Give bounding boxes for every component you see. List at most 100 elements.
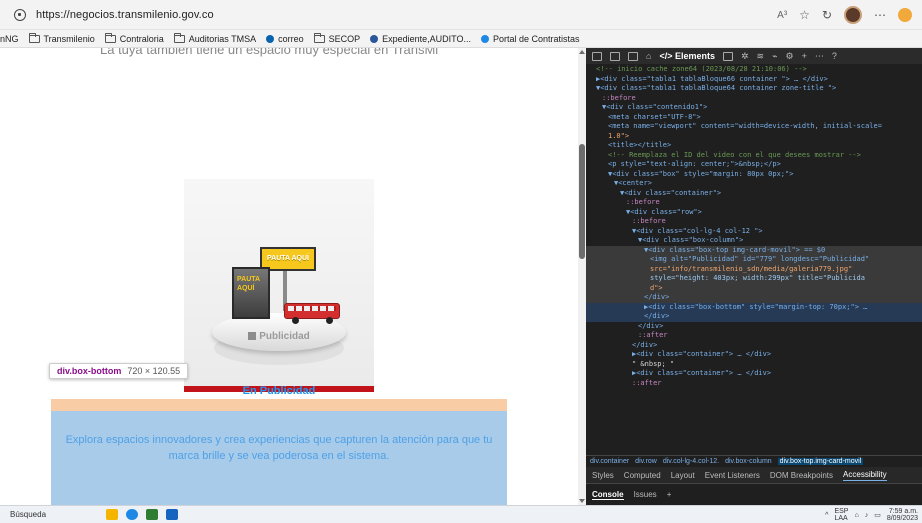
box-description: Explora espacios innovadores y crea expe… xyxy=(65,434,493,462)
dom-node-line[interactable]: ▼<div class="col-lg-4 col-12 "> xyxy=(586,227,922,237)
dom-node-line[interactable]: ▼<div class="container"> xyxy=(586,189,922,199)
web-page: La tuya también tiene un espacio muy esp… xyxy=(0,48,578,505)
dom-node-line[interactable]: src="info/transmilenio_sdn/media/galeria… xyxy=(586,264,922,274)
battery-icon[interactable]: ▭ xyxy=(874,511,881,519)
breadcrumb-item[interactable]: div.container xyxy=(590,458,629,465)
dom-node-line[interactable]: <p style="text-align: center;">&nbsp;</p… xyxy=(586,160,922,170)
edge-taskbar-icon[interactable] xyxy=(126,509,138,520)
dom-node-line[interactable]: 1.0"> xyxy=(586,132,922,142)
add-drawer-tab-icon[interactable]: + xyxy=(667,490,672,499)
tab-elements[interactable]: </> Elements xyxy=(659,51,715,61)
dom-node-line[interactable]: <meta name="viewport" content="width=dev… xyxy=(586,122,922,132)
dom-tree[interactable]: <!-- inicio cache zone64 (2023/08/28 21:… xyxy=(586,65,922,455)
teams-taskbar-icon[interactable] xyxy=(146,509,158,520)
dom-node-text: <img alt="Publicidad" id="779" longdesc=… xyxy=(650,255,870,263)
sources-tab-icon[interactable]: ✲ xyxy=(741,51,749,62)
tray-chevron-icon[interactable]: ^ xyxy=(825,512,828,519)
tab-accessibility[interactable]: Accessibility xyxy=(843,470,887,481)
bookmark-item[interactable]: Portal de Contratistas xyxy=(481,34,580,44)
bookmark-item[interactable]: nNG xyxy=(0,34,19,44)
device-toolbar-icon[interactable] xyxy=(610,51,620,61)
tab-styles[interactable]: Styles xyxy=(592,471,614,480)
profile-avatar[interactable] xyxy=(844,6,862,24)
dom-node-line[interactable]: ::before xyxy=(586,217,922,227)
bookmark-label: SECOP xyxy=(328,33,361,44)
bookmark-item[interactable]: Auditorias TMSA xyxy=(173,32,256,44)
memory-tab-icon[interactable]: ⚙ xyxy=(786,51,794,62)
dom-node-line[interactable]: <title></title> xyxy=(586,141,922,151)
bookmark-item[interactable]: Transmilenio xyxy=(28,32,95,44)
inspect-element-icon[interactable] xyxy=(592,51,602,61)
toggle-drawer-icon[interactable] xyxy=(628,51,638,61)
welcome-home-icon[interactable]: ⌂ xyxy=(646,51,651,61)
dom-node-line[interactable]: ▼<center> xyxy=(586,179,922,189)
dom-node-text: ▶<div class="box-bottom" style="margin-t… xyxy=(644,302,868,311)
dom-node-line[interactable]: ▼<div class="tabla1 tablaBloque64 contai… xyxy=(586,84,922,94)
url-field[interactable]: https://negocios.transmilenio.gov.co xyxy=(36,9,214,21)
dom-node-line[interactable]: ▶<div class="tabla1 tablaBloque66 contai… xyxy=(586,75,922,85)
dom-node-line[interactable]: ::before xyxy=(586,198,922,208)
dom-node-line[interactable]: ▼<div class="box" style="margin: 80px 0p… xyxy=(586,170,922,180)
breadcrumb-item[interactable]: div.col-lg-4.col-12. xyxy=(663,458,719,465)
favorite-star-icon[interactable]: ☆ xyxy=(799,8,810,22)
read-aloud-icon[interactable]: A³ xyxy=(777,10,787,21)
tab-computed[interactable]: Computed xyxy=(624,471,661,480)
dom-node-line[interactable]: ▶<div class="container"> … </div> xyxy=(586,369,922,379)
dom-node-line[interactable]: </div> xyxy=(586,341,922,351)
breadcrumb-item[interactable]: div.row xyxy=(635,458,657,465)
dom-node-line[interactable]: </div> xyxy=(586,312,922,322)
network-tab-icon[interactable]: ≋ xyxy=(757,51,765,62)
page-scrollbar[interactable] xyxy=(578,48,586,505)
scrollbar-thumb[interactable] xyxy=(579,144,585,259)
taskbar-search[interactable]: Búsqueda xyxy=(10,510,106,519)
bookmark-item[interactable]: SECOP xyxy=(313,32,361,44)
scroll-up-arrow-icon[interactable] xyxy=(579,50,585,54)
file-explorer-icon[interactable] xyxy=(106,509,118,520)
dom-node-line[interactable]: ::after xyxy=(586,379,922,389)
drawer-tab-issues[interactable]: Issues xyxy=(634,490,657,499)
outlook-taskbar-icon[interactable] xyxy=(166,509,178,520)
dom-node-line[interactable]: </div> xyxy=(586,322,922,332)
ad-image-card[interactable]: Publicidad PAUTA AQUÍ PAUTA AQUÍ xyxy=(184,179,374,392)
console-tab-icon[interactable] xyxy=(722,51,733,61)
tab-dom-breakpoints[interactable]: DOM Breakpoints xyxy=(770,471,833,480)
dom-node-line[interactable]: <!-- Reemplaza el ID del video con el qu… xyxy=(586,151,922,161)
breadcrumb-item[interactable]: div.box-top.img-card-movil xyxy=(777,458,864,465)
help-icon[interactable]: ? xyxy=(832,51,837,61)
dom-node-line[interactable]: <!-- inicio cache zone64 (2023/08/28 21:… xyxy=(586,65,922,75)
dom-node-line[interactable]: ▼<div class="contenido1"> xyxy=(586,103,922,113)
dom-node-line[interactable]: style="height: 403px; width:299px" title… xyxy=(586,274,922,284)
dom-node-line[interactable]: ::before xyxy=(586,94,922,104)
language-indicator[interactable]: ESP LAA xyxy=(834,508,848,522)
network-icon[interactable]: ⌂ xyxy=(854,512,858,519)
more-tools-icon[interactable]: ⋯ xyxy=(815,51,824,62)
dom-node-line[interactable]: ::after xyxy=(586,331,922,341)
dom-node-line[interactable]: ▼<div class="box-top img-card-movil"> ==… xyxy=(586,245,922,255)
tab-layout[interactable]: Layout xyxy=(671,471,695,480)
dom-node-line[interactable]: d"> xyxy=(586,283,922,293)
clock[interactable]: 7:59 a.m. 8/09/2023 xyxy=(887,508,918,522)
bookmark-item[interactable]: Contraloria xyxy=(104,32,164,44)
bookmark-item[interactable]: Expediente,AUDITO... xyxy=(370,34,471,44)
dom-node-line[interactable]: <meta charset="UTF-8"> xyxy=(586,113,922,123)
refresh-icon[interactable]: ↻ xyxy=(822,8,832,22)
site-info-icon[interactable] xyxy=(14,8,26,21)
dom-node-line[interactable]: </div> xyxy=(586,293,922,303)
volume-icon[interactable]: ♪ xyxy=(865,512,869,519)
copilot-icon[interactable] xyxy=(898,8,912,22)
tab-event-listeners[interactable]: Event Listeners xyxy=(705,471,760,480)
dom-node-line[interactable]: ▼<div class="row"> xyxy=(586,208,922,218)
breadcrumb-item[interactable]: div.box-column xyxy=(725,458,772,465)
scroll-down-arrow-icon[interactable] xyxy=(579,499,585,503)
dom-node-line[interactable]: ▶<div class="box-bottom" style="margin-t… xyxy=(586,302,922,312)
add-tab-icon[interactable]: + xyxy=(802,51,807,61)
dom-node-text: ▼<div class="row"> xyxy=(626,207,702,216)
performance-tab-icon[interactable]: ⌁ xyxy=(772,51,777,62)
dom-node-line[interactable]: ▼<div class="box-column"> xyxy=(586,236,922,246)
bookmark-item[interactable]: correo xyxy=(266,34,304,44)
dom-node-line[interactable]: " &nbsp; " xyxy=(586,360,922,370)
more-menu-icon[interactable]: ⋯ xyxy=(874,8,886,22)
drawer-tab-console[interactable]: Console xyxy=(592,490,624,500)
dom-node-line[interactable]: ▶<div class="container"> … </div> xyxy=(586,350,922,360)
dom-node-line[interactable]: <img alt="Publicidad" id="779" longdesc=… xyxy=(586,255,922,265)
